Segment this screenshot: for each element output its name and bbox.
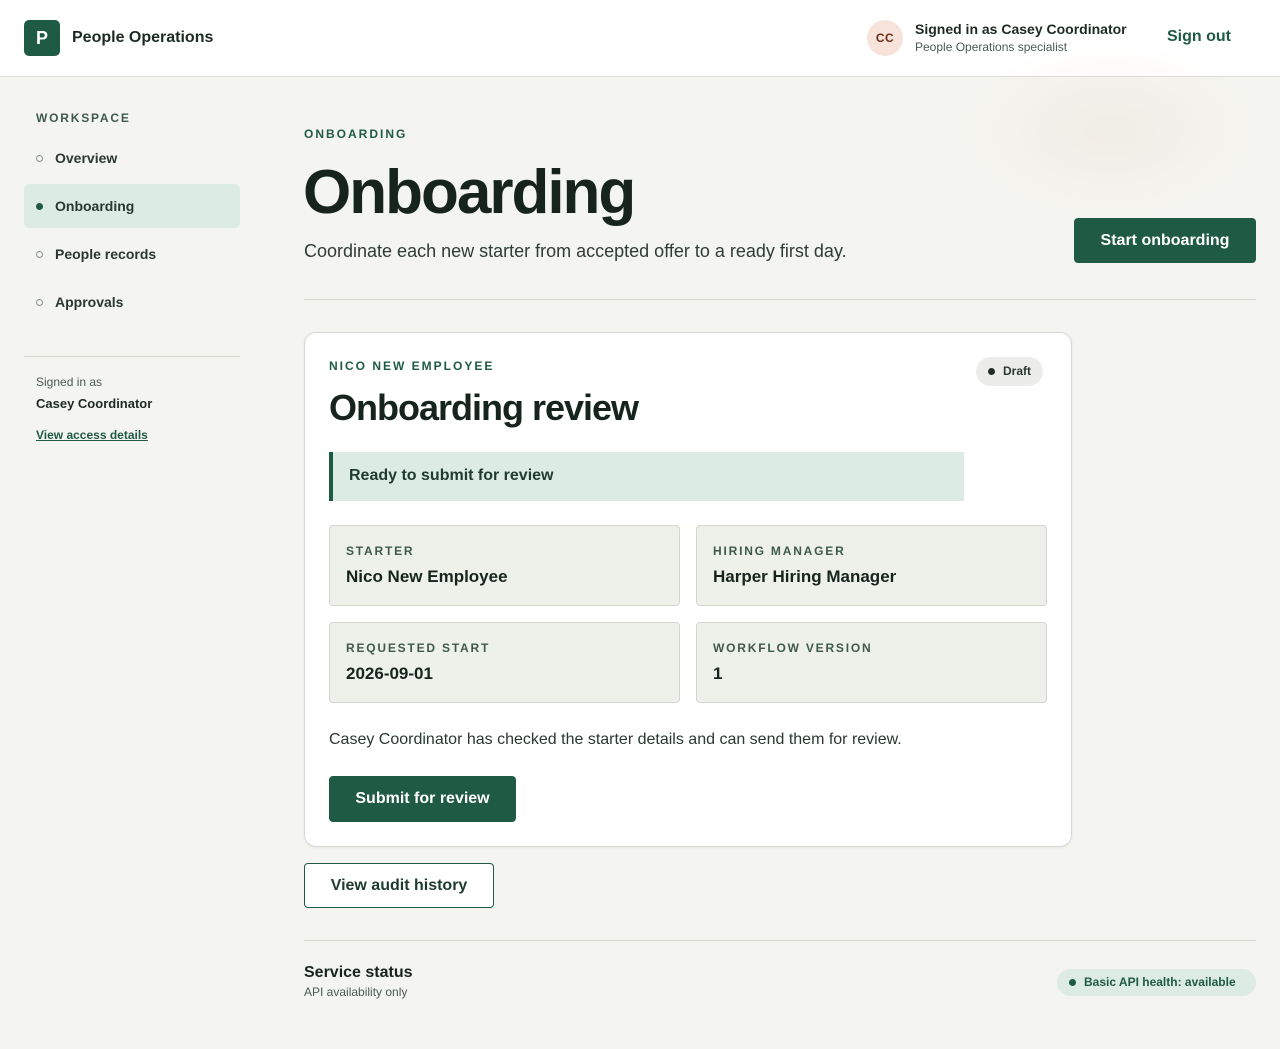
page-subtitle: Coordinate each new starter from accepte… [304, 241, 847, 261]
view-audit-history-button[interactable]: View audit history [304, 863, 494, 908]
sidebar-item-label: Onboarding [55, 198, 135, 214]
api-health-badge: Basic API health: available [1057, 969, 1256, 996]
field-value: Nico New Employee [346, 567, 508, 586]
sidebar-item-overview[interactable]: Overview [24, 136, 240, 180]
card-title: Onboarding review [329, 387, 639, 428]
field-value: 2026-09-01 [346, 664, 433, 683]
top-bar: P People Operations CC Signed in as Case… [0, 0, 1280, 77]
field-starter: STARTER Nico New Employee [329, 525, 680, 606]
app-title: People Operations [72, 29, 214, 46]
start-onboarding-button[interactable]: Start onboarding [1074, 218, 1256, 263]
signed-in-name: Casey Coordinator [36, 396, 153, 411]
nav-dot-icon [36, 155, 43, 162]
employee-name-eyebrow: NICO NEW EMPLOYEE [329, 359, 495, 373]
review-note: Casey Coordinator has checked the starte… [329, 731, 902, 748]
nav-dot-icon [36, 299, 43, 306]
nav-dot-icon [36, 251, 43, 258]
onboarding-review-card: NICO NEW EMPLOYEE Draft Onboarding revie… [304, 332, 1072, 847]
user-role: People Operations specialist [915, 40, 1068, 54]
field-label: REQUESTED START [346, 641, 491, 655]
signed-in-label: Signed in as [36, 375, 103, 389]
sidebar-divider [24, 356, 240, 357]
field-label: STARTER [346, 544, 415, 558]
signed-in-user: Signed in as Casey Coordinator [915, 21, 1127, 37]
header-divider [304, 299, 1256, 300]
service-status-subtitle: API availability only [304, 985, 408, 999]
avatar: CC [867, 20, 903, 56]
service-status-title: Service status [304, 964, 413, 981]
footer-divider [304, 940, 1256, 941]
sidebar-item-label: People records [55, 246, 157, 262]
sidebar-item-onboarding[interactable]: Onboarding [24, 184, 240, 228]
view-access-details-link[interactable]: View access details [36, 428, 148, 442]
field-hiring-manager: HIRING MANAGER Harper Hiring Manager [696, 525, 1047, 606]
page-eyebrow: ONBOARDING [304, 127, 408, 141]
api-health-label: Basic API health: available [1084, 975, 1236, 989]
ready-banner-text: Ready to submit for review [349, 467, 554, 484]
field-workflow-version: WORKFLOW VERSION 1 [696, 622, 1047, 703]
status-badge-label: Draft [1003, 364, 1032, 378]
field-requested-start: REQUESTED START 2026-09-01 [329, 622, 680, 703]
sign-out-button[interactable]: Sign out [1167, 28, 1231, 46]
health-dot-icon [1069, 979, 1076, 986]
app-logo: P [24, 20, 60, 56]
sidebar-item-label: Overview [55, 150, 118, 166]
field-label: WORKFLOW VERSION [713, 641, 873, 655]
nav-dot-icon [36, 203, 43, 210]
field-value: Harper Hiring Manager [713, 567, 897, 586]
status-dot-icon [988, 368, 995, 375]
ready-banner: Ready to submit for review [329, 452, 964, 501]
sidebar-heading: WORKSPACE [36, 111, 131, 125]
submit-for-review-button[interactable]: Submit for review [329, 776, 516, 822]
sidebar-item-approvals[interactable]: Approvals [24, 280, 240, 324]
page-title: Onboarding [303, 158, 636, 227]
status-badge: Draft [976, 357, 1044, 386]
sidebar-item-people-records[interactable]: People records [24, 232, 240, 276]
field-value: 1 [713, 664, 723, 683]
sidebar-item-label: Approvals [55, 294, 124, 310]
field-label: HIRING MANAGER [713, 544, 846, 558]
